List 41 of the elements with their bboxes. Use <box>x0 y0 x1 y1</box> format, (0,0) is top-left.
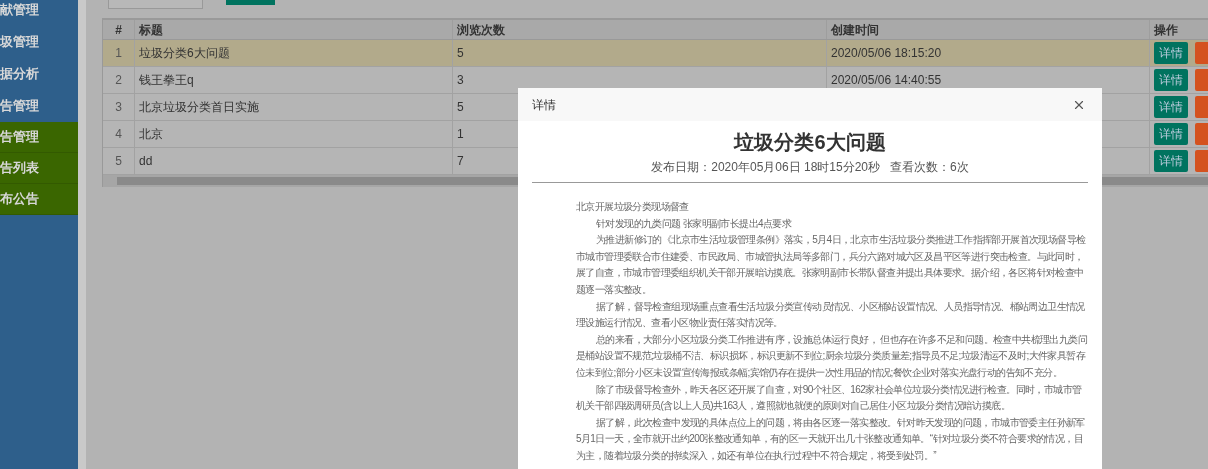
table-cell-text: 北京 <box>139 126 163 143</box>
column-header: 操作 <box>1150 20 1208 39</box>
article-line: 总的来看，大部分小区垃圾分类工作推进有序，设施总体运行良好， 但也存在许多不足和问题。检查中共梳理出九类问 <box>595 332 1087 347</box>
article-line: 展了自查，市城市管理委组织机关干部开展暗访摸底。张家明副市长带队督查并提出具体要求。据介绍，各区将针对检查中 <box>576 266 1084 281</box>
article-line: 市城市管理委联合市住建委、市民政局、市城管执法局等多部门，兵分六路对城六区及昌平区等进行突击检查。与此同时， <box>576 249 1084 264</box>
column-header: 标题 <box>135 20 453 39</box>
table-cell-text: 2020/05/06 18:15:20 <box>831 45 942 62</box>
table-cell-text: 1 <box>457 126 464 143</box>
article-line: 据了解，此次检查中发现的具体点位上的问题，将由各区逐一落实整改。针对昨天发现的问题，市城市管委主任孙新军 <box>595 415 1085 430</box>
article-line: 是桶站设置不规范;垃圾桶不洁、标识损坏，标识更新不到位;厨余垃圾分类质量差;指导员不足;垃圾清运不及时;大件家具暂存 <box>576 349 1086 364</box>
table-cell-text: 垃圾分类6大问题 <box>139 45 230 62</box>
table-cell-text: 5 <box>115 153 122 170</box>
article-line: 机关干部四级调研员(含以上人员)共163人，遵照就地就便的原则对自己居住小区垃圾分类情况暗访摸底。 <box>576 399 1010 414</box>
table-cell-text: 2 <box>115 72 122 89</box>
article-line: 位未到位;部分小区未设置宣传海报或条幅;宾馆仍存在提供一次性用品的情况;餐饮企业对落实光盘行动的告知不充分。 <box>576 365 1062 380</box>
table-cell-text: 2020/05/06 14:40:55 <box>831 72 942 89</box>
table-cell-text: 钱王拳王q <box>139 72 194 89</box>
table-cell-text: 3 <box>115 99 122 116</box>
article-line: 为推进新修订的《北京市生活垃圾管理条例》落实，5月4日，北京市生活垃圾分类推进工作指挥部开展首次现场督导检 <box>595 233 1086 248</box>
article-line: 理设施运行情况、查看小区物业责任落实情况等。 <box>576 316 783 331</box>
table-cell-text: 5 <box>457 99 464 116</box>
table-cell-text: 3 <box>457 72 464 89</box>
dialog-title: 详情 <box>532 96 556 114</box>
column-header: 浏览次数 <box>453 20 827 39</box>
article-line: 5月1日一天，全市就开出约200张整改通知单，有的区一天就开出几十张整改通知单。“针对垃圾分类不符合要求的情况，目 <box>576 432 1083 447</box>
article-line: 除了市级督导检查外，昨天各区还开展了自查，对90个社区、162家社会单位垃圾分类情况进行检查。同时，市城市管 <box>595 382 1082 397</box>
column-header: # <box>103 20 135 39</box>
table-cell-text: 北京垃圾分类首日实施 <box>139 99 259 116</box>
view-count: 查看次数：6次 <box>890 159 969 176</box>
publish-date: 发布日期：2020年05月06日 18时15分20秒 <box>651 159 881 176</box>
table-cell-text: dd <box>139 153 153 170</box>
table-cell-text: 1 <box>115 45 122 62</box>
table-cell-text: 4 <box>115 126 122 143</box>
article-line: 题逐一落实整改。 <box>576 282 652 297</box>
article-line: 北京开展垃圾分类现场督查 <box>576 200 689 214</box>
article-line: 针对发现的九类问题 张家明副市长提出4点要求 <box>595 216 792 231</box>
article-line: 据了解，督导检查组现场重点查看生活垃圾分类宣传动员情况、小区桶站设置情况、人员指导情况、桶站周边卫生情况 <box>595 299 1085 314</box>
article-line: 为主，随着垃圾分类的持续深入，如还有单位在执行过程中不符合规定，将受到处罚。” <box>576 448 936 463</box>
table-cell-text: 5 <box>457 45 464 62</box>
column-header: 创建时间 <box>827 20 1150 39</box>
table-cell-text: 7 <box>457 153 464 170</box>
